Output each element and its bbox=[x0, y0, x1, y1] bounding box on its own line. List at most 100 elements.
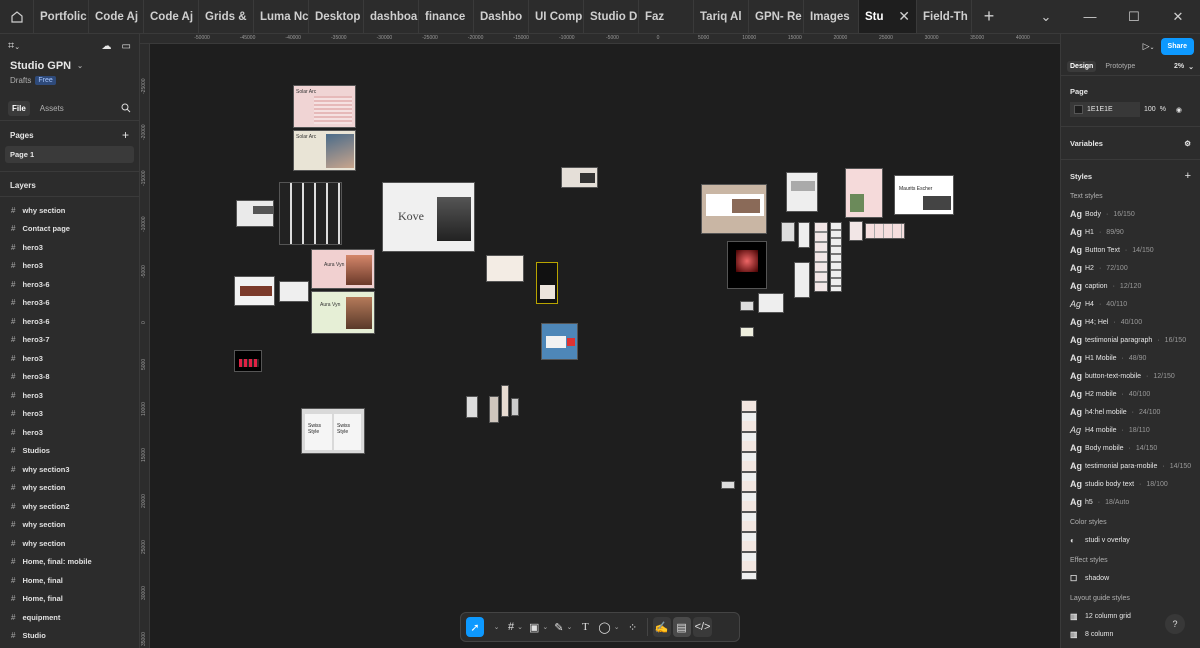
text-style-item[interactable]: Ag h4:hel mobile · 24/100 bbox=[1061, 403, 1200, 421]
browser-tab[interactable]: dashboa bbox=[364, 0, 419, 33]
pen-tool-icon[interactable]: ✎ ⌄ bbox=[552, 617, 574, 637]
canvas-frame[interactable] bbox=[781, 222, 795, 242]
text-style-item[interactable]: Ag H1 Mobile · 48/90 bbox=[1061, 349, 1200, 367]
canvas-frame[interactable] bbox=[758, 293, 784, 313]
move-tool-icon[interactable]: ➚ bbox=[466, 617, 484, 637]
layer-item[interactable]: # why section bbox=[0, 516, 139, 535]
close-window-icon[interactable]: ✕ bbox=[1156, 0, 1200, 33]
layer-item[interactable]: # equipment bbox=[0, 608, 139, 627]
text-style-item[interactable]: Ag caption · 12/120 bbox=[1061, 277, 1200, 295]
layer-item[interactable]: # hero3 bbox=[0, 423, 139, 442]
draw-mode-icon[interactable]: ✍ bbox=[652, 617, 671, 637]
browser-tab[interactable]: UI Comp bbox=[529, 0, 584, 33]
text-style-item[interactable]: Ag H2 · 72/100 bbox=[1061, 259, 1200, 277]
layer-item[interactable]: # Contact page bbox=[0, 220, 139, 239]
dev-mode-icon[interactable]: </> bbox=[692, 617, 713, 637]
comment-tool-icon[interactable]: ◯ ⌄ bbox=[596, 617, 621, 637]
layer-item[interactable]: # Studio bbox=[0, 627, 139, 646]
layer-item[interactable]: # hero3-6 bbox=[0, 294, 139, 313]
canvas-frame[interactable] bbox=[466, 396, 478, 418]
canvas-frame[interactable] bbox=[561, 167, 598, 188]
page-item[interactable]: Page 1 bbox=[5, 146, 134, 163]
text-style-item[interactable]: Ag testimonial para-mobile · 14/150 bbox=[1061, 457, 1200, 475]
browser-tab[interactable]: Grids & bbox=[199, 0, 254, 33]
text-tool-icon[interactable]: T bbox=[576, 617, 594, 637]
browser-tab[interactable]: Field-Th bbox=[917, 0, 972, 33]
zoom-control[interactable]: 2% ⌄ bbox=[1174, 63, 1194, 71]
add-style-icon[interactable]: + bbox=[1185, 170, 1191, 182]
layer-item[interactable]: # hero3 bbox=[0, 257, 139, 276]
layer-item[interactable]: # hero3-6 bbox=[0, 312, 139, 331]
text-style-item[interactable]: Ag testimonial paragraph · 16/150 bbox=[1061, 331, 1200, 349]
browser-tab[interactable]: Images bbox=[804, 0, 859, 33]
drafts-label[interactable]: Drafts bbox=[10, 76, 31, 85]
canvas-frame[interactable] bbox=[740, 327, 754, 337]
browser-tab[interactable]: Faz bbox=[639, 0, 694, 33]
canvas-frame[interactable] bbox=[727, 241, 767, 289]
text-style-item[interactable]: Ag H4; Hel · 40/100 bbox=[1061, 313, 1200, 331]
canvas-frame[interactable] bbox=[486, 255, 524, 282]
browser-tab[interactable]: Desktop bbox=[309, 0, 364, 33]
canvas-frame[interactable] bbox=[234, 276, 275, 306]
browser-tab[interactable]: Code Aj bbox=[89, 0, 144, 33]
search-icon[interactable] bbox=[121, 103, 131, 115]
canvas-frame[interactable]: Solar Arc bbox=[293, 85, 356, 128]
add-page-icon[interactable]: + bbox=[122, 128, 129, 142]
canvas-frame[interactable] bbox=[721, 481, 735, 489]
eye-icon[interactable]: ◉ bbox=[1176, 106, 1182, 114]
chevron-down-icon[interactable]: ⌄ bbox=[1024, 0, 1068, 33]
browser-tab[interactable]: Code Aj bbox=[144, 0, 199, 33]
text-style-item[interactable]: Ag Body · 16/150 bbox=[1061, 205, 1200, 223]
page-opacity[interactable]: 100 bbox=[1144, 106, 1156, 113]
browser-tab[interactable]: Studio D bbox=[584, 0, 639, 33]
canvas-frame[interactable] bbox=[814, 222, 828, 292]
canvas-frame[interactable] bbox=[234, 350, 262, 372]
maximize-icon[interactable]: ☐ bbox=[1112, 0, 1156, 33]
canvas-frame[interactable] bbox=[865, 223, 905, 239]
tab-prototype[interactable]: Prototype bbox=[1102, 61, 1138, 72]
browser-tab[interactable]: Portfolic bbox=[34, 0, 89, 33]
text-style-item[interactable]: Ag H4 · 40/110 bbox=[1061, 295, 1200, 313]
layer-item[interactable]: # hero3-6 bbox=[0, 275, 139, 294]
canvas-frame[interactable]: Aura Vyn bbox=[311, 291, 375, 334]
image-tool-icon[interactable]: ▣ ⌄ bbox=[527, 617, 550, 637]
frame-tool-icon[interactable]: # ⌄ bbox=[506, 617, 525, 637]
design-mode-icon[interactable]: ▤ bbox=[672, 617, 691, 637]
canvas-frame[interactable] bbox=[849, 221, 863, 241]
color-style-item[interactable]: ◐ studi v overlay bbox=[1061, 531, 1200, 549]
text-style-item[interactable]: Ag H1 · 89/90 bbox=[1061, 223, 1200, 241]
panel-toggle-icon[interactable]: ▭ bbox=[122, 41, 131, 52]
layer-item[interactable]: # hero3-7 bbox=[0, 331, 139, 350]
text-style-item[interactable]: Ag button-text-mobile · 12/150 bbox=[1061, 367, 1200, 385]
canvas-frame[interactable]: Swiss Style Swiss Style bbox=[301, 408, 365, 454]
canvas-frame[interactable] bbox=[741, 400, 757, 580]
layer-item[interactable]: # why section bbox=[0, 479, 139, 498]
text-style-item[interactable]: Ag studio body text · 18/100 bbox=[1061, 475, 1200, 493]
text-style-item[interactable]: Ag H2 mobile · 40/100 bbox=[1061, 385, 1200, 403]
text-style-item[interactable]: Ag H4 mobile · 18/110 bbox=[1061, 421, 1200, 439]
canvas-frame[interactable] bbox=[511, 398, 519, 416]
canvas-frame[interactable] bbox=[786, 172, 818, 212]
browser-tab[interactable]: GPN- Re bbox=[749, 0, 804, 33]
move-tool-menu[interactable]: ⌄ bbox=[486, 617, 504, 637]
canvas-frame[interactable] bbox=[501, 385, 509, 417]
canvas-frame[interactable] bbox=[701, 184, 767, 234]
text-style-item[interactable]: Ag Body mobile · 14/150 bbox=[1061, 439, 1200, 457]
design-canvas[interactable]: Solar Arc Solar Arc Kove Aura Vyn Aura V… bbox=[150, 44, 1060, 648]
project-name[interactable]: Studio GPN ⌄ bbox=[0, 58, 139, 74]
home-icon[interactable] bbox=[0, 0, 34, 33]
layer-item[interactable]: # why section3 bbox=[0, 460, 139, 479]
tab-assets[interactable]: Assets bbox=[36, 101, 68, 116]
canvas-frame[interactable] bbox=[798, 222, 810, 248]
canvas-frame[interactable] bbox=[845, 168, 883, 218]
cloud-upload-icon[interactable]: ☁ bbox=[102, 41, 112, 52]
layer-item[interactable]: # Home, final bbox=[0, 590, 139, 609]
canvas-frame[interactable]: Solar Arc bbox=[293, 130, 356, 171]
layer-item[interactable]: # hero3 bbox=[0, 238, 139, 257]
page-color-field[interactable]: 1E1E1E bbox=[1070, 102, 1140, 117]
canvas-frame[interactable] bbox=[794, 262, 810, 298]
layer-item[interactable]: # hero3 bbox=[0, 386, 139, 405]
layer-item[interactable]: # why section bbox=[0, 201, 139, 220]
text-style-item[interactable]: Ag Button Text · 14/150 bbox=[1061, 241, 1200, 259]
browser-tab[interactable]: finance bbox=[419, 0, 474, 33]
